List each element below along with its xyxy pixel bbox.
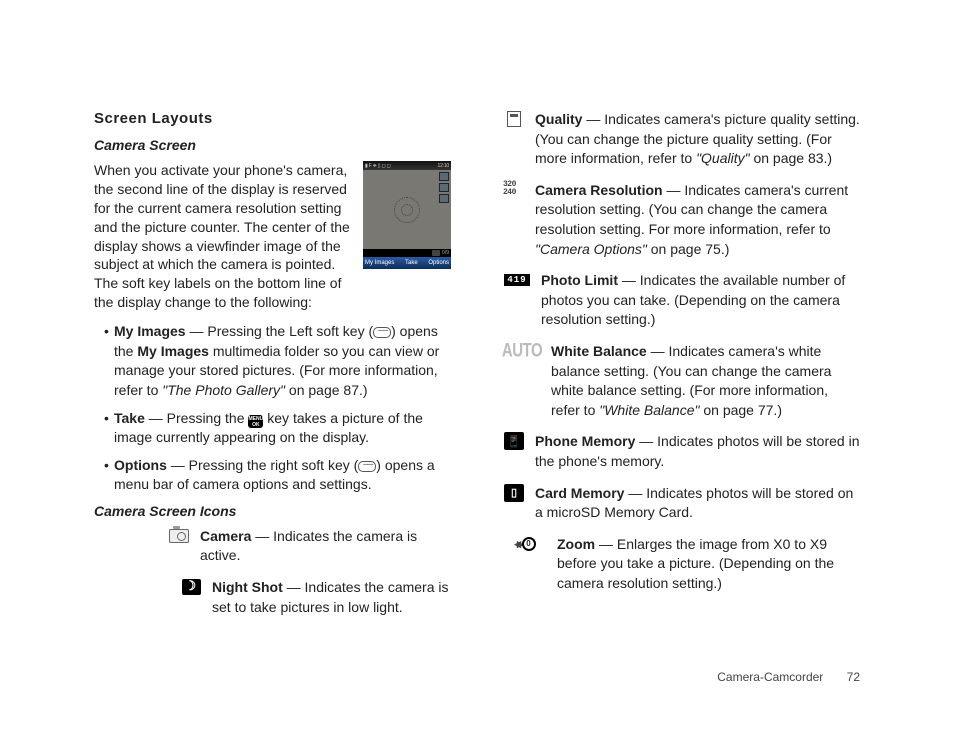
label-zoom: Zoom xyxy=(557,536,595,552)
label-take: Take xyxy=(114,410,145,426)
left-column: Screen Layouts Camera Screen When you ac… xyxy=(94,110,451,629)
camera-preview-figure: ▮ F ⎈ ▯ ◻ ◻ 12:10 0/9 My Images Take Opt… xyxy=(363,161,451,269)
icon-row-night: Night Shot — Indicates the camera is set… xyxy=(94,578,451,617)
footer-page-number: 72 xyxy=(847,670,860,684)
icon-row-quality: Quality — Indicates camera's picture qua… xyxy=(503,110,860,169)
label-night-shot: Night Shot xyxy=(212,579,283,595)
label-my-images: My Images xyxy=(114,323,186,339)
preview-statusbar: ▮ F ⎈ ▯ ◻ ◻ 12:10 xyxy=(363,161,451,170)
label-options: Options xyxy=(114,457,167,473)
intro-block: When you activate your phone's camera, t… xyxy=(94,161,451,312)
status-icons: ▮ F ⎈ ▯ ◻ ◻ xyxy=(365,163,391,169)
footer-section-name: Camera-Camcorder xyxy=(717,670,823,684)
menu-ok-key-icon: MENU OK xyxy=(248,415,263,428)
preview-softkeys: My Images Take Options xyxy=(363,257,451,269)
label-photo-limit: Photo Limit xyxy=(541,272,618,288)
preview-infobar: 0/9 xyxy=(363,249,451,257)
page-columns: Screen Layouts Camera Screen When you ac… xyxy=(94,110,860,629)
phone-memory-icon: 📱 xyxy=(503,432,525,450)
zoom-icon: ◂▸ 0 xyxy=(503,535,547,553)
quality-icon xyxy=(503,110,525,128)
label-resolution: Camera Resolution xyxy=(535,182,663,198)
ref-camera-options: "Camera Options" xyxy=(535,241,647,257)
photo-limit-icon: 419 xyxy=(503,271,531,289)
preview-right-icons xyxy=(439,172,449,203)
softkey-right: Options xyxy=(428,260,449,266)
icon-row-photo-limit: 419 Photo Limit — Indicates the availabl… xyxy=(503,271,860,330)
preview-viewfinder xyxy=(363,170,451,249)
camera-icon xyxy=(168,527,190,545)
night-shot-icon xyxy=(180,578,202,596)
icon-row-camera: Camera — Indicates the camera is active. xyxy=(94,527,451,566)
label-card-memory: Card Memory xyxy=(535,485,624,501)
card-memory-icon: ▯ xyxy=(503,484,525,502)
bullet-take: Take — Pressing the MENU OK key takes a … xyxy=(104,409,451,448)
intro-text: When you activate your phone's camera, t… xyxy=(94,161,353,312)
right-column: Quality — Indicates camera's picture qua… xyxy=(503,110,860,629)
ref-photo-gallery: "The Photo Gallery" xyxy=(162,382,285,398)
ref-quality: "Quality" xyxy=(696,150,750,166)
softkey-bullet-list: My Images — Pressing the Left soft key (… xyxy=(94,322,451,495)
page-footer: Camera-Camcorder 72 xyxy=(717,670,860,684)
bullet-my-images: My Images — Pressing the Left soft key (… xyxy=(104,322,451,400)
label-camera: Camera xyxy=(200,528,251,544)
section-heading: Screen Layouts xyxy=(94,110,451,127)
white-balance-icon: AUTO xyxy=(503,342,541,360)
right-softkey-icon xyxy=(358,461,376,472)
status-time: 12:10 xyxy=(437,163,449,169)
subhead-camera-icons: Camera Screen Icons xyxy=(94,503,451,519)
softkey-mid: Take xyxy=(405,260,418,266)
subhead-camera-screen: Camera Screen xyxy=(94,137,451,153)
label-white-balance: White Balance xyxy=(551,343,647,359)
icon-row-zoom: ◂▸ 0 Zoom — Enlarges the image from X0 t… xyxy=(503,535,860,594)
icon-row-card-memory: ▯ Card Memory — Indicates photos will be… xyxy=(503,484,860,523)
bullet-options: Options — Pressing the right soft key ()… xyxy=(104,456,451,495)
ref-white-balance: "White Balance" xyxy=(599,402,699,418)
icon-row-resolution: 320 240 Camera Resolution — Indicates ca… xyxy=(503,181,860,259)
resolution-icon: 320 240 xyxy=(503,181,525,199)
icon-row-phone-memory: 📱 Phone Memory — Indicates photos will b… xyxy=(503,432,860,471)
label-phone-memory: Phone Memory xyxy=(535,433,635,449)
left-softkey-icon xyxy=(373,327,391,338)
icon-row-white-balance: AUTO White Balance — Indicates camera's … xyxy=(503,342,860,420)
softkey-left: My Images xyxy=(365,260,394,266)
label-quality: Quality xyxy=(535,111,582,127)
preview-counter: 0/9 xyxy=(442,250,449,256)
